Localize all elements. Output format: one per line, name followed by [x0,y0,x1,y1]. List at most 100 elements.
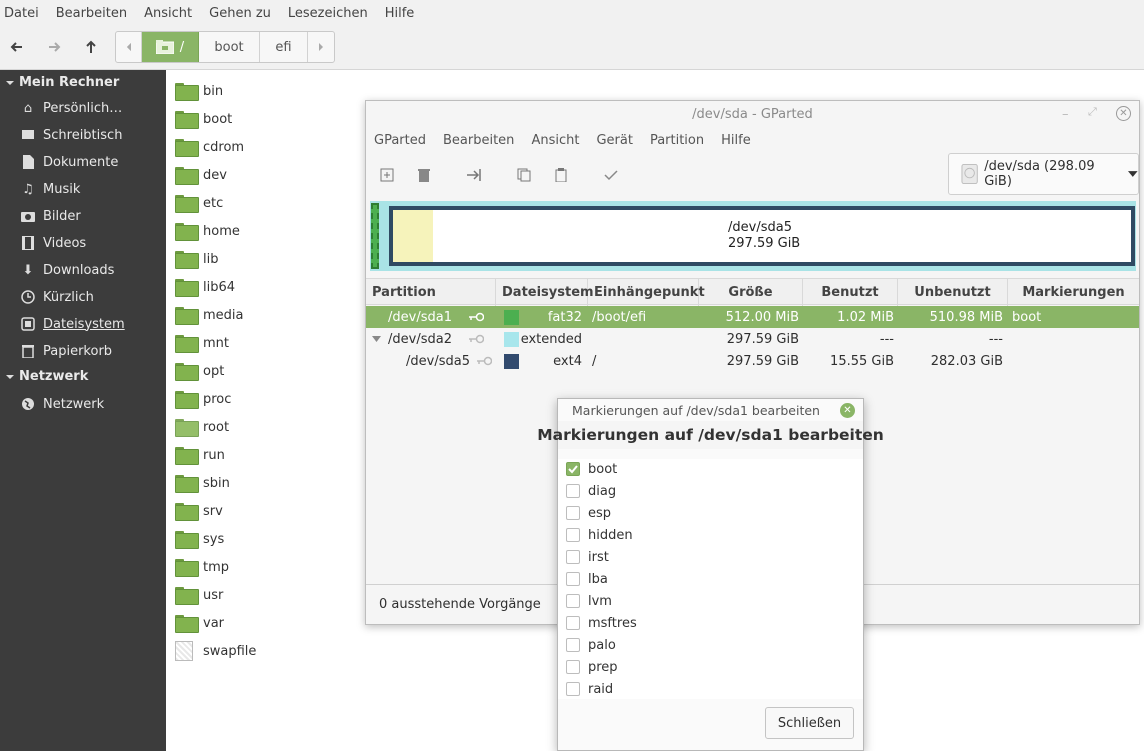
sidebar-section-netzwerk[interactable]: Netzwerk [5,369,88,384]
sidebar-item-kuerzlich[interactable]: Kürzlich [20,289,94,305]
checkbox-checked[interactable] [566,462,580,476]
checkbox[interactable] [566,660,580,674]
checkbox[interactable] [566,484,580,498]
folder-icon [175,531,199,549]
file-item[interactable]: tmp [175,557,229,577]
file-item[interactable]: mnt [175,333,229,353]
sidebar: Mein Rechner ⌂ Persönlich… Schreibtisch D… [0,70,166,751]
sidebar-item-dokumente[interactable]: Dokumente [20,154,118,170]
file-item[interactable]: opt [175,361,224,381]
checkbox[interactable] [566,572,580,586]
file-item[interactable]: proc [175,389,231,409]
menu-lesezeichen[interactable]: Lesezeichen [288,6,368,21]
minimize-icon[interactable]: – [1062,107,1069,122]
folder-icon [175,615,199,633]
sidebar-item-downloads[interactable]: ⬇ Downloads [20,262,115,278]
menu-geraet[interactable]: Gerät [596,133,632,148]
breadcrumb-efi[interactable]: efi [260,32,308,62]
file-item[interactable]: root [175,417,229,437]
file-item[interactable]: srv [175,501,223,521]
partition-block-sda1[interactable] [371,203,379,269]
breadcrumb-forward-arrow[interactable] [308,32,334,62]
file-item[interactable]: sbin [175,473,230,493]
col-groesse[interactable]: Größe [699,279,803,306]
copy-icon[interactable] [515,166,533,184]
folder-icon [175,363,199,381]
back-button[interactable] [6,37,28,57]
menu-ansicht[interactable]: Ansicht [531,133,579,148]
sidebar-item-videos[interactable]: Videos [20,235,86,251]
menu-gparted[interactable]: GParted [374,133,426,148]
menu-datei[interactable]: Datei [4,6,39,21]
file-item[interactable]: usr [175,585,223,605]
forward-button[interactable] [43,37,65,57]
menu-ansicht[interactable]: Ansicht [144,6,192,21]
breadcrumb-root[interactable]: / [142,32,199,62]
sidebar-item-musik[interactable]: ♫ Musik [20,181,80,197]
resize-move-icon[interactable] [465,166,483,184]
checkbox[interactable] [566,550,580,564]
sidebar-section-mein-rechner[interactable]: Mein Rechner [5,75,119,90]
paste-icon[interactable] [552,166,570,184]
checkbox[interactable] [566,506,580,520]
close-button[interactable]: Schließen [765,707,854,739]
chevron-right-icon [319,43,323,51]
file-item[interactable]: sys [175,529,224,549]
file-item[interactable]: etc [175,193,223,213]
file-name: home [203,223,240,239]
sidebar-item-dateisystem[interactable]: Dateisystem [20,316,125,332]
file-item[interactable]: var [175,613,224,633]
file-item[interactable]: home [175,221,240,241]
file-item[interactable]: boot [175,109,232,129]
maximize-icon[interactable]: ⤢ [1088,105,1097,119]
checkbox[interactable] [566,616,580,630]
checkbox[interactable] [566,528,580,542]
col-markierungen[interactable]: Markierungen [1008,279,1139,306]
apply-checkmark-icon[interactable] [602,166,620,184]
col-unbenutzt[interactable]: Unbenutzt [898,279,1008,306]
file-item[interactable]: dev [175,165,227,185]
expander-icon[interactable] [372,328,381,350]
new-partition-icon[interactable] [378,166,396,184]
table-row[interactable]: /dev/sda2 extended 297.59 GiB --- --- [366,328,1139,350]
breadcrumb-back-arrow[interactable] [116,32,142,62]
menu-partition[interactable]: Partition [650,133,704,148]
col-einhaengepunkt[interactable]: Einhängepunkt [588,279,705,306]
sidebar-item-bilder[interactable]: Bilder [20,208,81,224]
file-item[interactable]: run [175,445,225,465]
sidebar-item-papierkorb[interactable]: Papierkorb [20,343,112,359]
sidebar-item-schreibtisch[interactable]: Schreibtisch [20,127,122,143]
device-selector[interactable]: /dev/sda (298.09 GiB) [948,153,1139,195]
menu-hilfe[interactable]: Hilfe [721,133,751,148]
checkbox[interactable] [566,682,580,696]
sidebar-item-persoenlich[interactable]: ⌂ Persönlich… [20,100,122,116]
file-item[interactable]: lib [175,249,218,269]
col-benutzt[interactable]: Benutzt [803,279,898,306]
close-icon[interactable]: ✕ [840,403,855,418]
breadcrumb-boot[interactable]: boot [199,32,260,62]
menu-bearbeiten[interactable]: Bearbeiten [56,6,127,21]
col-dateisystem[interactable]: Dateisystem [496,279,594,306]
menu-bearbeiten[interactable]: Bearbeiten [443,133,514,148]
folder-icon [175,195,199,213]
up-button[interactable] [80,37,102,57]
file-item[interactable]: lib64 [175,277,235,297]
folder-icon [175,391,199,409]
file-item[interactable]: swapfile [175,641,256,661]
file-item[interactable]: media [175,305,244,325]
file-name: srv [203,503,223,519]
checkbox[interactable] [566,638,580,652]
close-icon[interactable]: ✕ [1116,106,1131,121]
menu-hilfe[interactable]: Hilfe [385,6,415,21]
sidebar-item-label: Videos [43,235,87,251]
table-row[interactable]: /dev/sda1 fat32 /boot/efi 512.00 MiB 1.0… [366,306,1139,328]
file-item[interactable]: bin [175,81,223,101]
checkbox[interactable] [566,594,580,608]
table-row[interactable]: /dev/sda5 ext4 / 297.59 GiB 15.55 GiB 28… [366,350,1139,372]
delete-icon[interactable] [415,166,433,184]
menu-gehen-zu[interactable]: Gehen zu [209,6,271,21]
file-item[interactable]: cdrom [175,137,244,157]
partition-block-sda5[interactable]: /dev/sda5 297.59 GiB [389,206,1135,266]
col-partition[interactable]: Partition [366,279,496,306]
sidebar-item-netzwerk[interactable]: Netzwerk [20,396,104,412]
